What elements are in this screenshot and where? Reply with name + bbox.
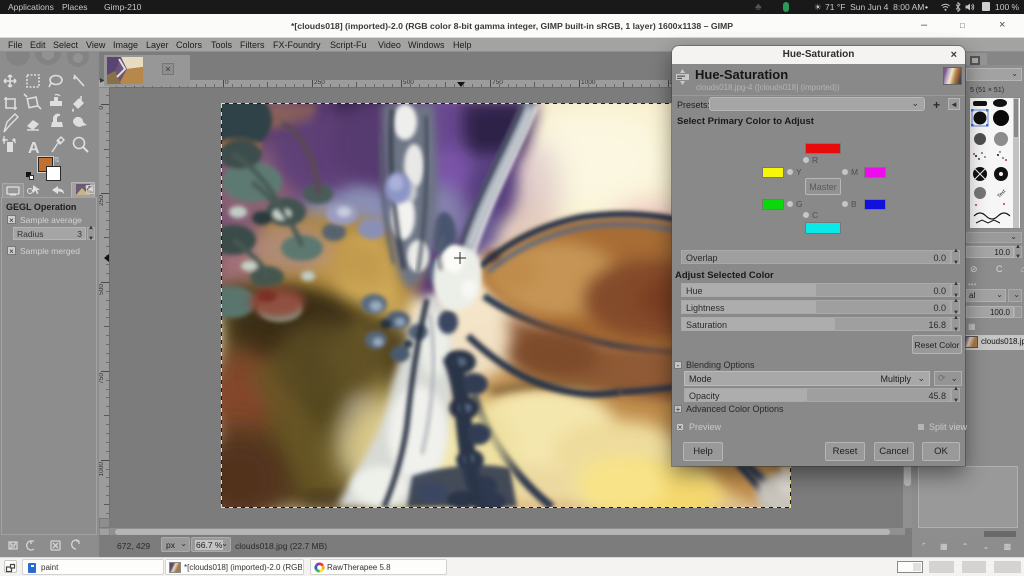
svg-text:A: A — [28, 140, 40, 157]
svg-text:Text: Text — [996, 188, 1007, 199]
